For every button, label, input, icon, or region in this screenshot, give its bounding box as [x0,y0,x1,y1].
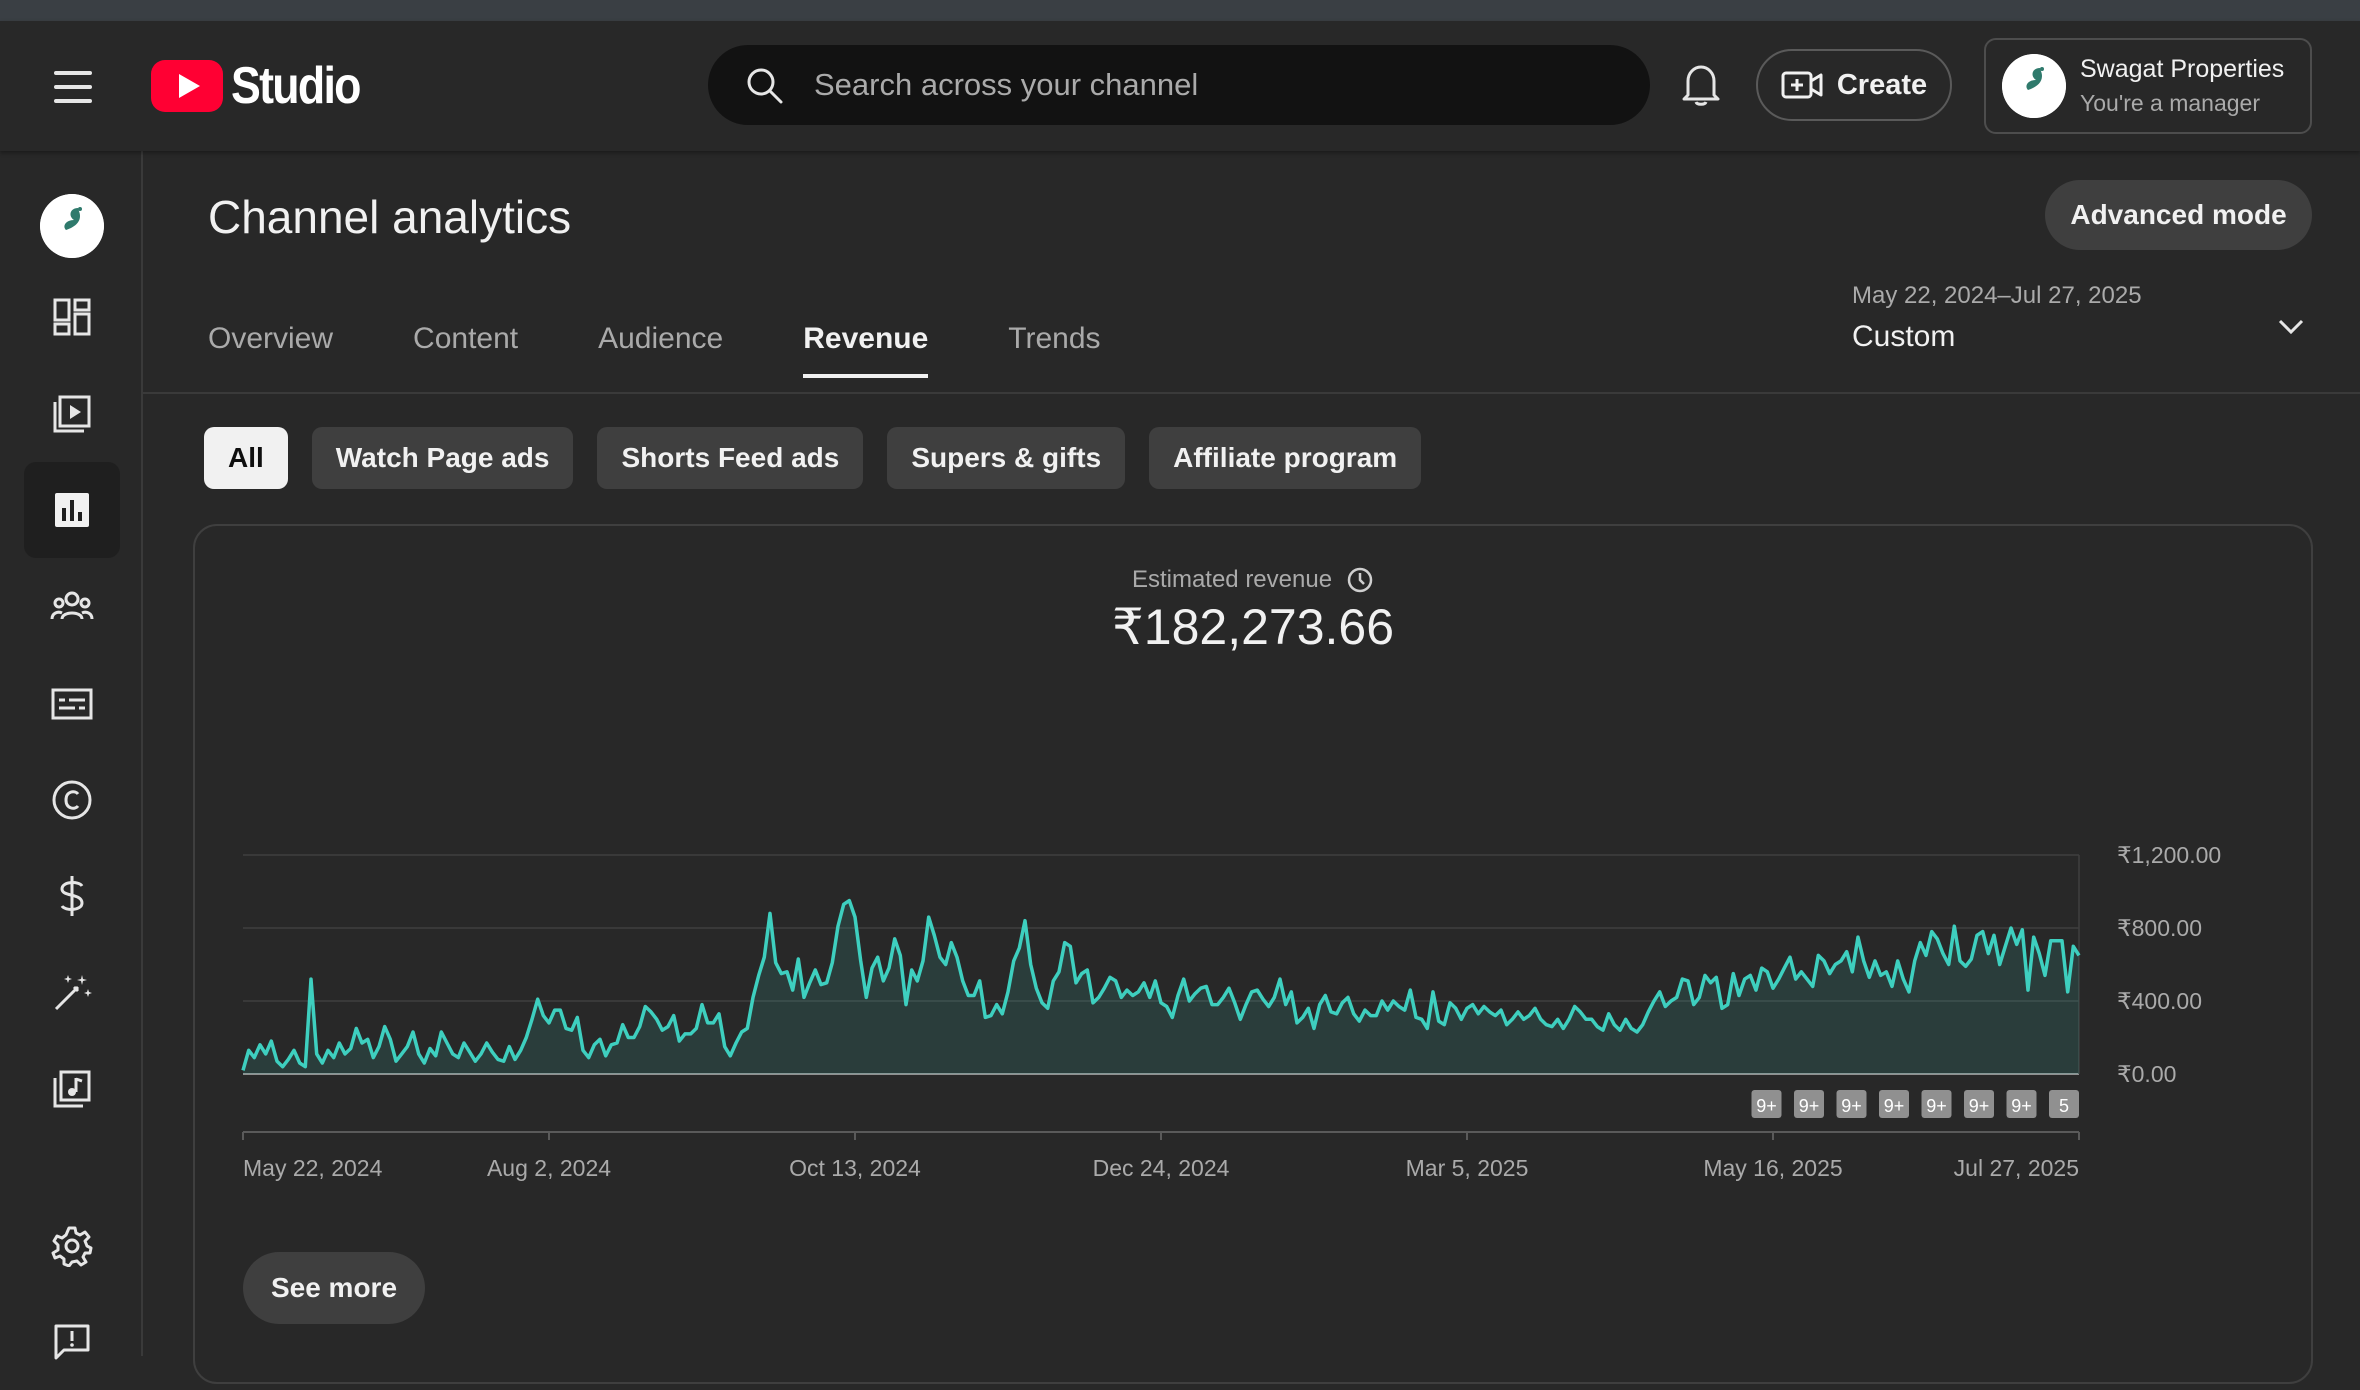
create-label: Create [1836,68,1928,101]
annotation-badge-text: 9+ [1884,1096,1905,1116]
annotation-badge: 9+ [1794,1090,1824,1118]
account-switcher[interactable]: Swagat Properties You're a manager [1984,38,2312,134]
dashboard-icon[interactable] [24,269,120,365]
y-tick-label: ₹1,200.00 [2117,842,2221,868]
chip-watch-page-ads[interactable]: Watch Page ads [311,427,574,489]
revenue-filter-chips: All Watch Page ads Shorts Feed ads Super… [204,427,1422,489]
annotation-badge-text: 9+ [1969,1096,1990,1116]
studio-logo[interactable]: Studio [151,56,381,116]
annotation-badge-text: 9+ [1926,1096,1947,1116]
notifications-bell-icon[interactable] [1680,61,1722,107]
annotation-badges: 9+ 9+ 9+ 9+ 9+ 9+ 9+ 5 [1751,1090,2079,1118]
x-tick-label: Mar 5, 2025 [1406,1155,1529,1181]
account-name: Swagat Properties [2080,55,2285,83]
annotation-badge: 9+ [2006,1090,2037,1118]
account-avatar [2002,54,2066,118]
swan-logo-icon [40,194,104,258]
swan-logo-icon [2002,54,2066,118]
see-more-button[interactable]: See more [243,1252,425,1324]
copyright-icon[interactable] [24,752,120,848]
analytics-icon[interactable] [24,462,120,558]
chip-all[interactable]: All [204,427,288,489]
x-axis: May 22, 2024 Aug 2, 2024 Oct 13, 2024 Dec 2… [242,1131,2080,1181]
annotation-badge: 9+ [1921,1090,1952,1118]
x-tick-label: Jul 27, 2025 [1954,1155,2079,1181]
date-range-mode: Custom [1852,320,1956,353]
window-top-strip [0,0,2360,21]
subtitles-icon[interactable] [24,656,120,752]
tabs-divider [143,392,2360,394]
audio-library-icon[interactable] [24,1041,120,1137]
community-icon[interactable] [24,559,120,655]
date-range-picker[interactable]: May 22, 2024–Jul 27, 2025 Custom [1852,282,2312,362]
analytics-tabs: Overview Content Audience Revenue Trends [208,322,1181,378]
studio-logo-text: Studio [231,57,362,115]
feedback-icon[interactable] [24,1294,120,1390]
y-tick-label: ₹800.00 [2117,915,2202,941]
annotation-badge-text: 9+ [1841,1096,1862,1116]
create-video-icon [1781,71,1823,99]
page-title: Channel analytics [208,191,572,243]
x-tick-label: Aug 2, 2024 [487,1155,611,1181]
x-tick-label: May 22, 2024 [243,1155,383,1181]
search-input[interactable] [812,66,1576,104]
earn-icon[interactable] [24,848,120,944]
create-button[interactable]: Create [1756,49,1952,121]
annotation-badge-text: 9+ [2011,1096,2032,1116]
channel-avatar[interactable] [24,178,120,274]
youtube-play-icon [151,60,223,112]
tab-overview[interactable]: Overview [208,322,333,378]
revenue-area [243,900,2079,1074]
y-tick-label: ₹0.00 [2117,1061,2176,1087]
annotation-badge-text: 5 [2059,1096,2069,1116]
chip-supers-gifts[interactable]: Supers & gifts [887,427,1126,489]
revenue-card: Estimated revenue ₹182,273.66 ₹1,200.00 ₹… [193,524,2313,1384]
x-tick-label: Oct 13, 2024 [789,1155,921,1181]
hamburger-menu-icon[interactable] [54,65,98,109]
tab-trends[interactable]: Trends [1008,322,1100,378]
search-bar[interactable] [708,45,1650,125]
chip-affiliate-program[interactable]: Affiliate program [1149,427,1422,489]
tab-content[interactable]: Content [413,322,518,378]
revenue-chart[interactable]: ₹1,200.00₹800.00₹400.00₹0.00 9+ 9+ 9+ 9+ 9+ 9… [195,526,2311,1246]
date-range-dates: May 22, 2024–Jul 27, 2025 [1852,282,2142,309]
annotation-badge: 5 [2049,1090,2079,1118]
top-header: Studio Create Swagat Properties You're a… [0,21,2360,151]
annotation-badge-text: 9+ [1756,1096,1777,1116]
chevron-down-icon [2278,319,2304,335]
tab-audience[interactable]: Audience [598,322,723,378]
annotation-badge: 9+ [1751,1090,1782,1118]
x-tick-label: Dec 24, 2024 [1093,1155,1230,1181]
search-icon[interactable] [744,65,784,105]
annotation-badge-text: 9+ [1799,1096,1820,1116]
tab-revenue[interactable]: Revenue [803,322,929,378]
sidebar [0,151,143,1360]
annotation-badge: 9+ [1879,1090,1909,1118]
y-axis-ticks: ₹1,200.00 ₹800.00 ₹400.00 ₹0.00 [2117,842,2221,1087]
y-tick-label: ₹400.00 [2117,988,2202,1014]
annotation-badge: 9+ [1836,1090,1867,1118]
customization-icon[interactable] [24,945,120,1041]
content-icon[interactable] [24,365,120,461]
advanced-mode-button[interactable]: Advanced mode [2045,180,2312,250]
chip-shorts-feed-ads[interactable]: Shorts Feed ads [597,427,864,489]
annotation-badge: 9+ [1964,1090,1994,1118]
account-role: You're a manager [2080,90,2261,116]
x-tick-label: May 16, 2025 [1703,1155,1842,1181]
settings-icon[interactable] [24,1198,120,1294]
